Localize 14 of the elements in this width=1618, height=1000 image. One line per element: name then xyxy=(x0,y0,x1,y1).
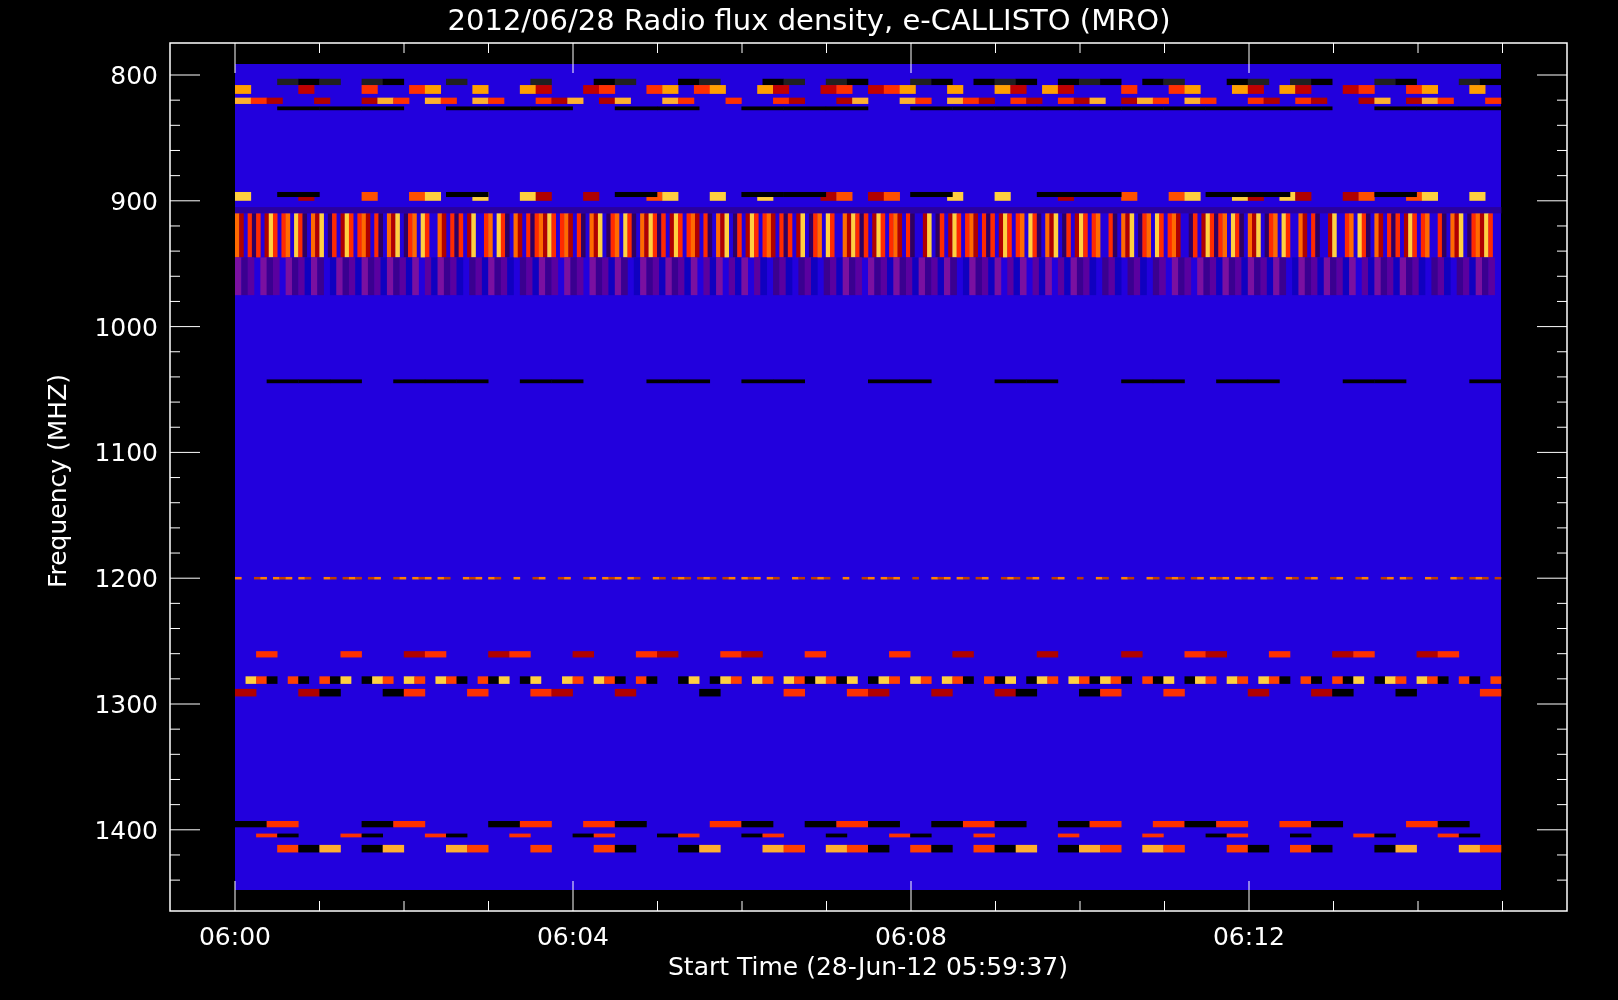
y-tick-label: 1200 xyxy=(94,564,158,594)
y-tick-label: 800 xyxy=(110,61,158,90)
y-tick-label: 1300 xyxy=(94,690,158,719)
y-tick-label: 1000 xyxy=(94,312,158,342)
y-tick-label: 1100 xyxy=(94,438,158,468)
x-axis-label: Start Time (28-Jun-12 05:59:37) xyxy=(668,952,1068,981)
x-tick-label: 06:12 xyxy=(1213,922,1285,951)
x-tick-label: 06:08 xyxy=(875,922,947,951)
x-tick-label: 06:04 xyxy=(537,922,609,951)
y-tick-label: 1400 xyxy=(94,815,158,845)
y-axis-label: Frequency (MHZ) xyxy=(43,373,72,589)
chart-title: 2012/06/28 Radio flux density, e-CALLISTO (MRO) xyxy=(447,3,1171,37)
y-tick-label: 900 xyxy=(110,186,158,216)
x-tick-label: 06:00 xyxy=(199,922,271,951)
